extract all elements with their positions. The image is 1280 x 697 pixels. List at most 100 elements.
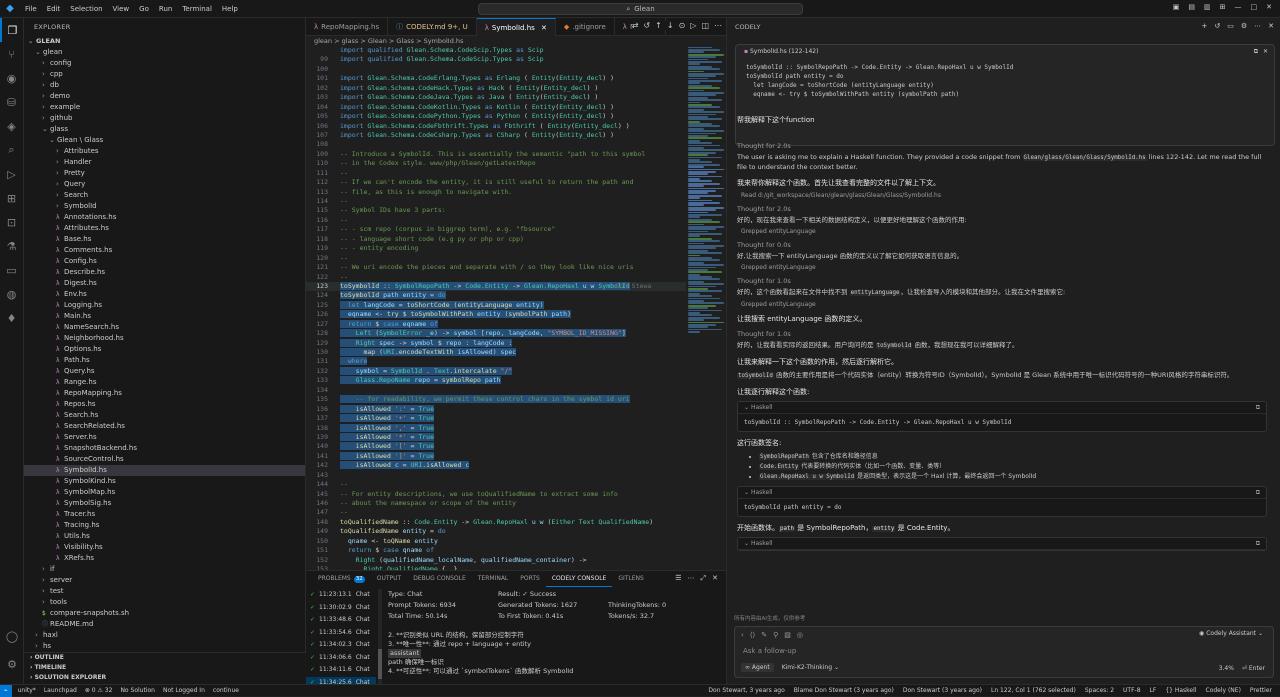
close-tab-icon[interactable]: ✕ — [539, 24, 547, 32]
status-right-item[interactable]: LF — [1150, 687, 1157, 694]
thought-label[interactable]: Thought for 2.0s — [737, 142, 1267, 150]
tool-grep[interactable]: Grepped entityLanguage — [741, 228, 1267, 235]
status-right-item[interactable]: {} Haskell — [1165, 687, 1196, 694]
open-file-icon[interactable]: ⧉ — [1254, 45, 1258, 59]
chevron-down-icon[interactable]: ⌄ — [744, 540, 749, 547]
tree-file[interactable]: λ SnapshotBackend.hs — [24, 443, 305, 454]
close-icon[interactable]: ✕ — [1266, 3, 1272, 11]
run-icon[interactable]: ▷ — [690, 21, 696, 30]
tree-file[interactable]: ⓘ README.md — [24, 619, 305, 630]
tree-file[interactable]: λ Env.hs — [24, 289, 305, 300]
tree-folder[interactable]: › Query — [24, 179, 305, 190]
layout-sidebar-icon[interactable]: ▣ — [1173, 3, 1180, 11]
context-file-label[interactable]: ▪ SymbolId.hs (122-142) ⧉ ✕ — [736, 45, 1274, 59]
database-icon[interactable]: ⛁ — [0, 90, 23, 114]
history-row[interactable]: ✓ 11:34:06.6 Chat — [306, 652, 376, 665]
tree-folder[interactable]: › if — [24, 564, 305, 575]
status-left-item[interactable]: No Solution — [120, 687, 155, 694]
status-left-item[interactable]: Launchpad — [44, 687, 77, 694]
git-icon[interactable]: ⊙ — [679, 21, 686, 30]
menu-item-file[interactable]: File — [25, 5, 37, 13]
tree-file[interactable]: λ SearchRelated.hs — [24, 421, 305, 432]
tree-file[interactable]: λ Tracer.hs — [24, 509, 305, 520]
history-scrollbar[interactable] — [378, 589, 382, 685]
status-right-item[interactable]: Spaces: 2 — [1085, 687, 1114, 694]
copy-icon[interactable]: ⧉ — [1256, 487, 1260, 499]
tree-file[interactable]: λ Search.hs — [24, 410, 305, 421]
outline-section[interactable]: › OUTLINE — [24, 653, 306, 663]
history-row[interactable]: ✓ 11:34:02.3 Chat — [306, 639, 376, 652]
history-row[interactable]: ✓ 11:34:11.6 Chat — [306, 664, 376, 677]
tree-file[interactable]: λ SymbolId.hs — [24, 465, 305, 476]
tree-file[interactable]: λ XRefs.hs — [24, 553, 305, 564]
chat-input-box[interactable]: ‹ ⟨⟩ ✎ ⚲ ▧ ◎ ◉ Codely Assistant ⌄ Ask a … — [734, 626, 1274, 678]
status-left-item[interactable]: Not Logged In — [163, 687, 205, 694]
panel-tab-problems[interactable]: PROBLEMS 32 — [312, 571, 371, 587]
tree-folder[interactable]: › config — [24, 58, 305, 69]
panel-tab-output[interactable]: OUTPUT — [371, 571, 407, 587]
send-button[interactable]: ⏎ Enter — [1242, 665, 1265, 672]
minimize-icon[interactable]: — — [1235, 3, 1242, 11]
tree-file[interactable]: λ Visibility.hs — [24, 542, 305, 553]
tree-file[interactable]: λ Path.hs — [24, 355, 305, 366]
panel-tab-codely-console[interactable]: CODELY CONSOLE — [545, 571, 613, 587]
menu-item-terminal[interactable]: Terminal — [182, 5, 212, 13]
tree-file[interactable]: λ Query.hs — [24, 366, 305, 377]
thought-label[interactable]: Thought for 2.0s — [737, 205, 1267, 213]
menu-item-help[interactable]: Help — [222, 5, 238, 13]
layers-icon[interactable]: ▭ — [1227, 22, 1234, 30]
remote-icon[interactable]: ⊡ — [0, 210, 23, 234]
layers-icon[interactable]: ◈ — [0, 114, 23, 138]
status-right-item[interactable]: Ln 122, Col 1 (762 selected) — [991, 687, 1076, 694]
scrollbar-thumb[interactable] — [378, 649, 382, 679]
status-left-item[interactable]: continue — [213, 687, 239, 694]
tree-folder[interactable]: › db — [24, 80, 305, 91]
breadcrumb[interactable]: glean > glass > Glean > Glass > SymbolId… — [306, 36, 726, 46]
compare-icon[interactable]: ⇄ — [632, 21, 639, 30]
status-right-item[interactable]: Don Stewart, 3 years ago — [708, 687, 784, 694]
thought-label[interactable]: Thought for 1.0s — [737, 330, 1267, 338]
flame-icon[interactable]: ♦ — [0, 306, 23, 330]
timeline-section[interactable]: › TIMELINE — [24, 663, 306, 673]
extensions-icon[interactable]: ⊞ — [0, 186, 23, 210]
layout-panel-icon[interactable]: ▤ — [1188, 3, 1195, 11]
chevron-down-icon[interactable]: ⌄ — [744, 404, 749, 411]
more-icon[interactable]: ⋯ — [1254, 22, 1261, 30]
gitlens-icon[interactable]: ◍ — [0, 282, 23, 306]
code-icon[interactable]: ⟨⟩ — [750, 631, 755, 639]
assistant-selector[interactable]: ◉ Codely Assistant ⌄ — [1199, 630, 1263, 637]
chevron-down-icon[interactable]: ⌄ — [744, 489, 749, 496]
solution-explorer-section[interactable]: › SOLUTION EXPLORER — [24, 673, 306, 683]
tree-file[interactable]: λ NameSearch.hs — [24, 322, 305, 333]
history-row[interactable]: ✓ 11:33:54.6 Chat — [306, 627, 376, 640]
menu-item-selection[interactable]: Selection — [70, 5, 102, 13]
history-icon[interactable]: ↺ — [643, 21, 650, 30]
tree-file[interactable]: λ Main.hs — [24, 311, 305, 322]
tree-folder[interactable]: › hs — [24, 641, 305, 652]
history-row[interactable]: ✓ 11:23:13.1 Chat — [306, 589, 376, 602]
account-icon[interactable]: ◯ — [0, 624, 24, 648]
copy-icon[interactable]: ⧉ — [1256, 402, 1260, 414]
tree-file[interactable]: $ compare-snapshots.sh — [24, 608, 305, 619]
more-actions-icon[interactable]: ⋯ — [688, 574, 695, 583]
tree-folder[interactable]: › SymbolId — [24, 201, 305, 212]
source-control-icon[interactable]: ⑂ — [0, 42, 23, 66]
status-right-item[interactable]: Prettier — [1250, 687, 1272, 694]
tree-file[interactable]: λ Repos.hs — [24, 399, 305, 410]
tree-folder[interactable]: › Pretty — [24, 168, 305, 179]
tree-folder[interactable]: ⌄ glass — [24, 124, 305, 135]
customize-layout-icon[interactable]: ⊞ — [1220, 3, 1226, 11]
tool-grep[interactable]: Grepped entityLanguage — [741, 301, 1267, 308]
tree-file[interactable]: λ Neighborhood.hs — [24, 333, 305, 344]
tree-folder[interactable]: › Search — [24, 190, 305, 201]
testing-icon[interactable]: ⚗ — [0, 234, 23, 258]
menu-item-view[interactable]: View — [113, 5, 130, 13]
editor-tab[interactable]: ◆ .gitignore — [556, 18, 615, 36]
tree-folder[interactable]: › tools — [24, 597, 305, 608]
tree-file[interactable]: λ Server.hs — [24, 432, 305, 443]
status-left-item[interactable]: unity* — [18, 687, 36, 694]
split-editor-icon[interactable]: ◫ — [701, 21, 709, 30]
maximize-panel-icon[interactable]: ⤢ — [701, 574, 707, 583]
tree-folder[interactable]: › Handler — [24, 157, 305, 168]
status-right-item[interactable]: Don Stewart (3 years ago) — [903, 687, 982, 694]
